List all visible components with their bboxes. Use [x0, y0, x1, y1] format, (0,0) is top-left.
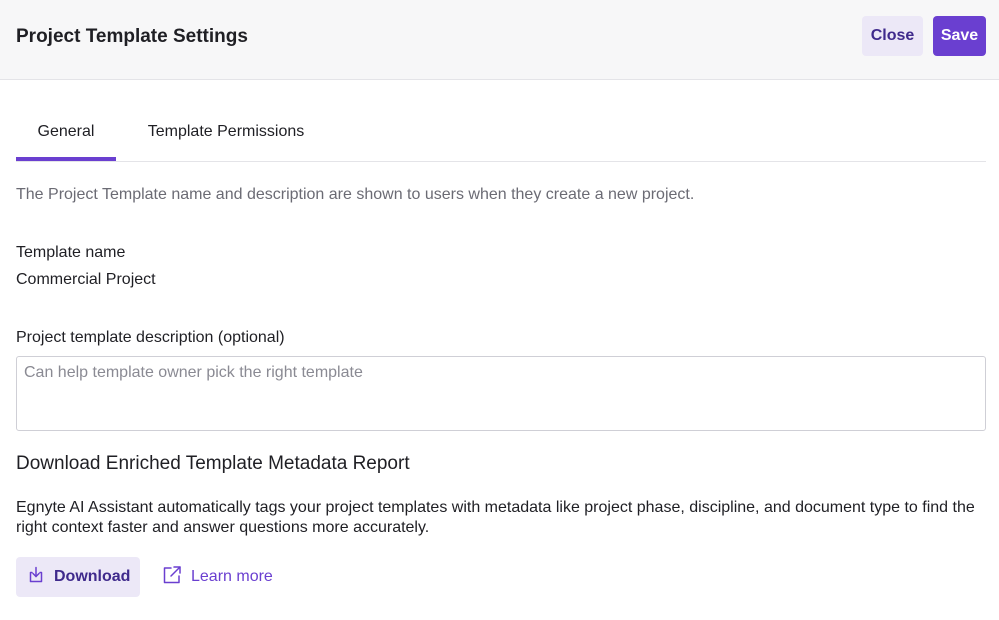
- learn-more-label: Learn more: [191, 568, 273, 585]
- download-icon: [26, 565, 54, 590]
- page-title: Project Template Settings: [16, 26, 248, 47]
- download-label: Download: [54, 568, 131, 585]
- intro-text: The Project Template name and descriptio…: [16, 186, 695, 203]
- settings-header: Project Template Settings Close Save: [0, 0, 999, 80]
- save-button[interactable]: Save: [933, 16, 986, 56]
- tab-general[interactable]: General: [16, 108, 116, 161]
- tab-bar: General Template Permissions: [16, 108, 986, 162]
- description-textarea[interactable]: [16, 356, 986, 431]
- external-link-icon: [161, 564, 191, 591]
- tab-template-permissions[interactable]: Template Permissions: [126, 108, 326, 161]
- learn-more-link[interactable]: Learn more: [161, 564, 273, 590]
- metadata-report-title: Download Enriched Template Metadata Repo…: [16, 453, 410, 474]
- metadata-report-description: Egnyte AI Assistant automatically tags y…: [16, 499, 975, 536]
- template-name-label: Template name: [16, 244, 126, 261]
- template-name-value: Commercial Project: [16, 271, 156, 288]
- download-button[interactable]: Download: [16, 557, 140, 597]
- close-button[interactable]: Close: [862, 16, 923, 56]
- description-label: Project template description (optional): [16, 329, 285, 346]
